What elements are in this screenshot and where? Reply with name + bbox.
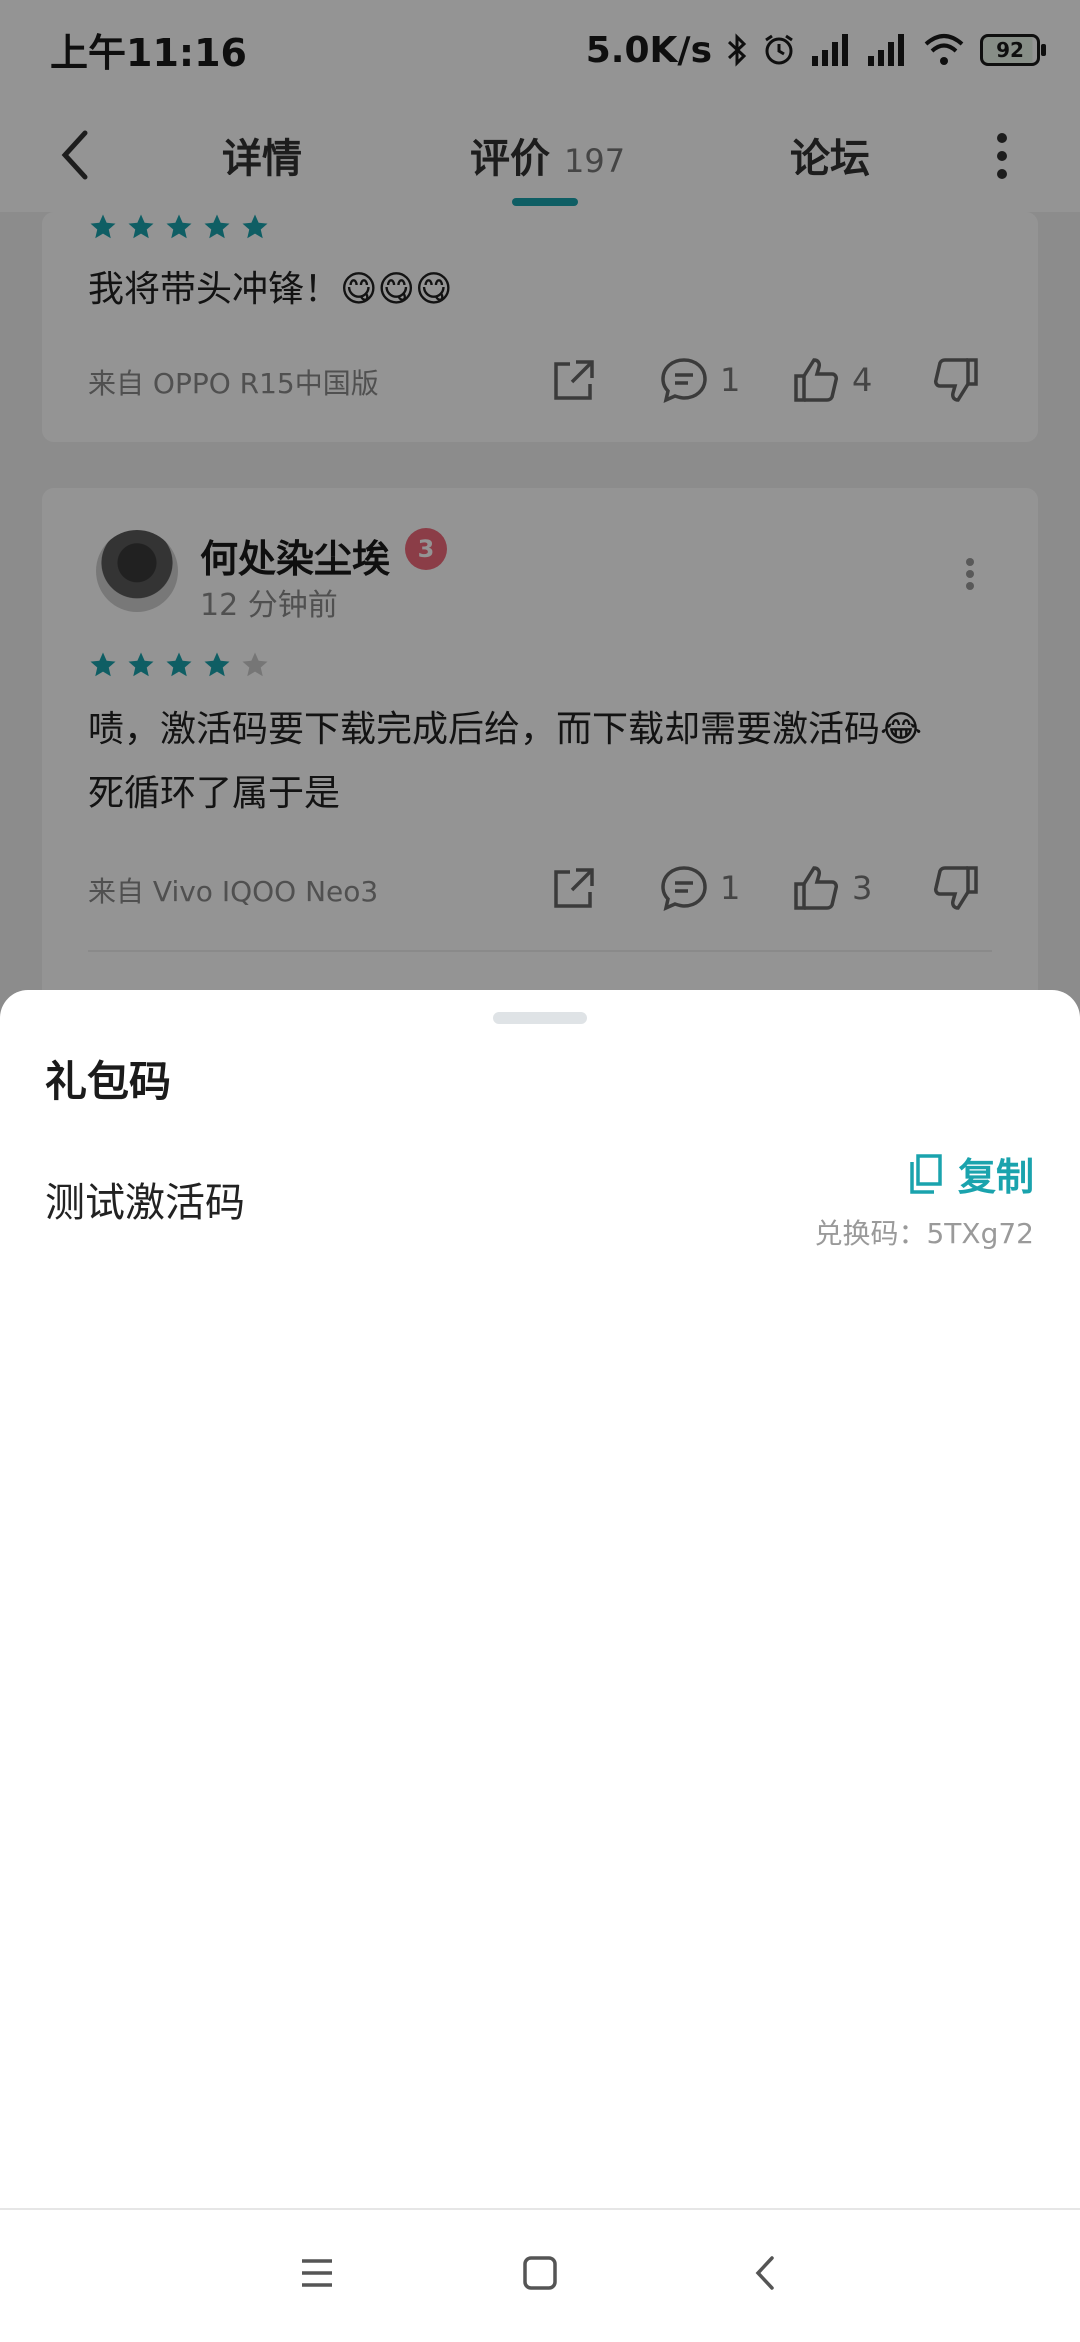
back-icon[interactable]	[744, 2250, 790, 2296]
copy-button[interactable]: 复制	[906, 1146, 1034, 1201]
redeem-code: 兑换码：5TXg72	[814, 1217, 1034, 1250]
copy-label: 复制	[957, 1155, 1034, 1199]
sheet-drag-handle[interactable]	[493, 1012, 587, 1024]
menu-icon[interactable]	[294, 2250, 340, 2296]
gift-name: 测试激活码	[45, 1180, 245, 1226]
copy-icon	[910, 1153, 942, 1194]
sheet-title: 礼包码	[45, 1057, 172, 1106]
home-icon[interactable]	[517, 2250, 563, 2296]
